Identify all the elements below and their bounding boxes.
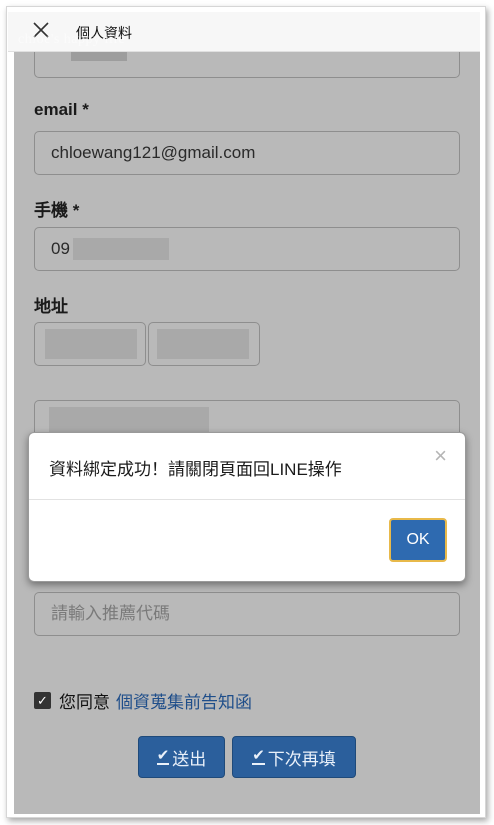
close-icon[interactable]: × <box>434 443 447 469</box>
dialog-message: 資料綁定成功！請關閉頁面回LINE操作 <box>49 460 342 479</box>
fill-later-label: 下次再填 <box>267 749 336 769</box>
address-label: 地址 <box>34 297 68 316</box>
ok-button[interactable]: OK <box>389 518 447 562</box>
email-field[interactable]: chloewang121@gmail.com <box>34 131 460 175</box>
redacted-block <box>45 329 137 359</box>
submit-label: 送出 <box>172 749 207 769</box>
success-dialog: 資料綁定成功！請關閉頁面回LINE操作 × OK <box>28 432 466 582</box>
redacted-block <box>73 238 169 260</box>
check-icon: ✔ <box>156 747 170 765</box>
watermark: chloe's happy life <box>18 32 126 47</box>
privacy-notice-link[interactable]: 個資蒐集前告知函 <box>116 688 252 713</box>
dialog-divider <box>29 499 465 500</box>
district-select[interactable] <box>148 322 260 366</box>
phone-field[interactable]: 09 <box>34 227 460 271</box>
phone-value: 09 <box>51 239 70 258</box>
submit-button[interactable]: ✔ 送出 <box>138 736 225 778</box>
fill-later-button[interactable]: ✔ 下次再填 <box>232 736 356 778</box>
email-label: email * <box>34 100 89 119</box>
referral-code-input[interactable]: 請輸入推薦代碼 <box>34 592 460 636</box>
city-select[interactable] <box>34 322 146 366</box>
consent-row: ✓ 您同意 個資蒐集前告知函 <box>34 688 252 713</box>
phone-label: 手機 * <box>34 201 80 220</box>
redacted-block <box>157 329 249 359</box>
check-icon[interactable]: ✓ <box>34 692 51 709</box>
consent-text: 您同意 <box>59 693 110 712</box>
check-icon: ✔ <box>252 747 265 765</box>
